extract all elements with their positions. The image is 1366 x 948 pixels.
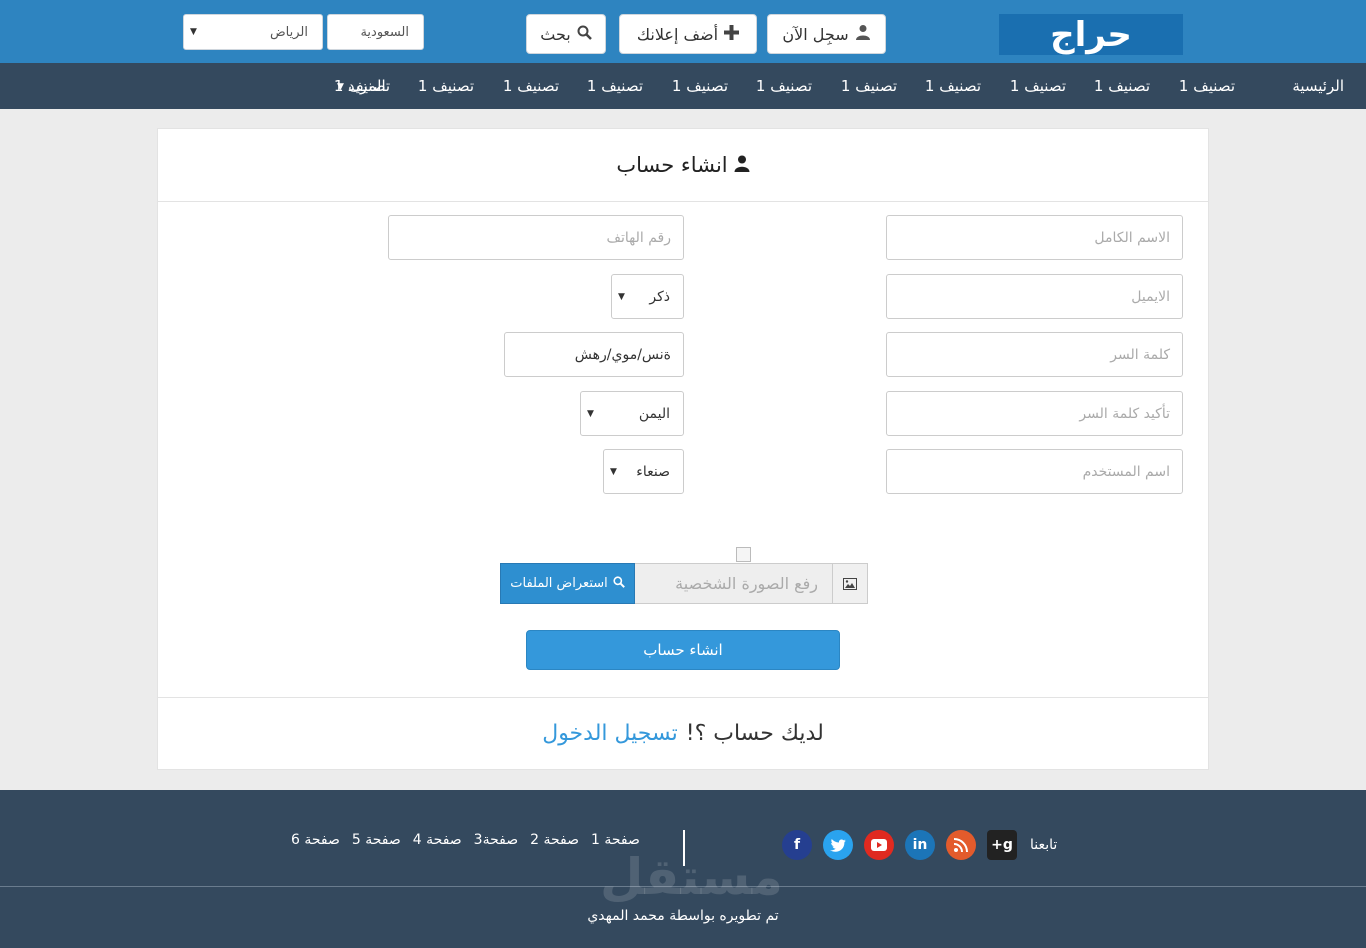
nav-item-category[interactable]: تصنيف 1 bbox=[756, 63, 812, 109]
phone-placeholder: رقم الهاتف bbox=[606, 229, 671, 246]
chevron-down-icon: ▼ bbox=[618, 291, 625, 302]
logo-text: حراج bbox=[1050, 14, 1133, 55]
developer-credit: تم تطويره بواسطة محمد المهدي bbox=[587, 908, 779, 924]
caret-down-icon: ▼ bbox=[337, 82, 344, 92]
footer-page-link[interactable]: صفحة 4 bbox=[413, 832, 462, 848]
add-ad-button[interactable]: أضف إعلانك bbox=[619, 14, 757, 54]
site-footer: تابعنا g+ in f صفحة 1 صفحة 2 صفحة3 صفحة … bbox=[0, 790, 1366, 948]
city-select[interactable]: الرياض ▼ bbox=[183, 14, 323, 50]
country-select-value: السعودية bbox=[360, 24, 409, 40]
linkedin-icon[interactable]: in bbox=[905, 830, 935, 860]
avatar-preview bbox=[736, 547, 751, 562]
nav-item-category[interactable]: تصنيف 1 bbox=[925, 63, 981, 109]
birthdate-value: ةنس/موي/رهش bbox=[574, 346, 671, 363]
register-button[interactable]: سجِل الآن bbox=[767, 14, 886, 54]
email-placeholder: الايميل bbox=[1131, 288, 1170, 305]
full-name-field[interactable]: الاسم الكامل bbox=[886, 215, 1183, 260]
confirm-password-placeholder: تأكيد كلمة السر bbox=[1079, 405, 1170, 422]
add-ad-label: أضف إعلانك bbox=[636, 24, 719, 44]
register-label: سجِل الآن bbox=[782, 24, 849, 44]
page-title: انشاء حساب bbox=[616, 153, 728, 177]
password-placeholder: كلمة السر bbox=[1110, 346, 1170, 363]
footer-page-link[interactable]: صفحة 6 bbox=[291, 832, 340, 848]
youtube-icon[interactable] bbox=[864, 830, 894, 860]
google-plus-icon[interactable]: g+ bbox=[987, 830, 1017, 860]
footer-page-link[interactable]: صفحة 2 bbox=[530, 832, 579, 848]
country-field-value: اليمن bbox=[638, 405, 670, 422]
image-icon bbox=[832, 563, 868, 604]
username-placeholder: اسم المستخدم bbox=[1082, 463, 1170, 480]
card-header: انشاء حساب bbox=[158, 129, 1208, 202]
nav-item-category[interactable]: تصنيف 1 bbox=[503, 63, 559, 109]
nav-item-home[interactable]: الرئيسية bbox=[1292, 63, 1344, 109]
twitter-icon[interactable] bbox=[823, 830, 853, 860]
footer-page-link[interactable]: صفحة 1 bbox=[591, 832, 640, 848]
country-field-select[interactable]: اليمن ▼ bbox=[580, 391, 684, 436]
search-icon bbox=[577, 25, 592, 44]
follow-label: تابعنا bbox=[1030, 837, 1058, 853]
password-field[interactable]: كلمة السر bbox=[886, 332, 1183, 377]
gender-select[interactable]: ذكر ▼ bbox=[611, 274, 684, 319]
browse-files-button[interactable]: استعراض الملفات bbox=[500, 563, 635, 604]
city-field-select[interactable]: صنعاء ▼ bbox=[603, 449, 684, 494]
footer-page-link[interactable]: صفحة 5 bbox=[352, 832, 401, 848]
phone-field[interactable]: رقم الهاتف bbox=[388, 215, 684, 260]
watermark: مستقل bbox=[600, 848, 783, 906]
top-header: حراج سجِل الآن أضف إعلانك بحث السعودية ا… bbox=[0, 0, 1366, 63]
nav-item-category[interactable]: تصنيف 1 bbox=[841, 63, 897, 109]
signup-card: انشاء حساب الاسم الكامل الايميل كلمة الس… bbox=[157, 128, 1209, 770]
country-select[interactable]: السعودية bbox=[327, 14, 424, 50]
nav-item-category[interactable]: تصنيف 1 bbox=[672, 63, 728, 109]
user-icon bbox=[734, 155, 750, 176]
birthdate-field[interactable]: ةنس/موي/رهش bbox=[504, 332, 684, 377]
create-account-label: انشاء حساب bbox=[643, 641, 723, 659]
search-icon bbox=[613, 575, 625, 592]
create-account-button[interactable]: انشاء حساب bbox=[526, 630, 840, 670]
upload-field[interactable]: رفع الصورة الشخصية bbox=[635, 563, 832, 604]
chevron-down-icon: ▼ bbox=[610, 466, 617, 477]
gender-value: ذكر bbox=[649, 288, 670, 305]
facebook-icon[interactable]: f bbox=[782, 830, 812, 860]
full-name-placeholder: الاسم الكامل bbox=[1094, 229, 1170, 246]
upload-placeholder: رفع الصورة الشخصية bbox=[675, 574, 818, 593]
search-label: بحث bbox=[540, 24, 571, 44]
user-icon bbox=[855, 24, 871, 44]
nav-more-label: المزيد bbox=[347, 77, 386, 95]
confirm-password-field[interactable]: تأكيد كلمة السر bbox=[886, 391, 1183, 436]
have-account-text: لديك حساب ؟! bbox=[685, 721, 824, 746]
nav-item-category[interactable]: تصنيف 1 bbox=[1010, 63, 1066, 109]
browse-files-label: استعراض الملفات bbox=[510, 576, 608, 591]
chevron-down-icon: ▼ bbox=[190, 27, 197, 37]
main-nav: الرئيسية تصنيف 1 تصنيف 1 تصنيف 1 تصنيف 1… bbox=[0, 63, 1366, 109]
footer-page-link[interactable]: صفحة3 bbox=[474, 832, 518, 848]
city-select-value: الرياض bbox=[269, 24, 308, 40]
chevron-down-icon: ▼ bbox=[587, 408, 594, 419]
footer-pages: صفحة 1 صفحة 2 صفحة3 صفحة 4 صفحة 5 صفحة 6 bbox=[291, 832, 640, 848]
nav-item-category[interactable]: تصنيف 1 bbox=[1179, 63, 1235, 109]
nav-item-category[interactable]: تصنيف 1 bbox=[418, 63, 474, 109]
card-footer: لديك حساب ؟! تسجيل الدخول bbox=[158, 697, 1208, 769]
upload-group: رفع الصورة الشخصية استعراض الملفات bbox=[500, 563, 868, 604]
nav-item-category[interactable]: تصنيف 1 bbox=[587, 63, 643, 109]
search-button[interactable]: بحث bbox=[526, 14, 606, 54]
rss-icon[interactable] bbox=[946, 830, 976, 860]
plus-icon bbox=[724, 24, 740, 44]
nav-item-more[interactable]: المزيد▼ bbox=[337, 63, 386, 109]
nav-item-category[interactable]: تصنيف 1 bbox=[1094, 63, 1150, 109]
site-logo[interactable]: حراج bbox=[999, 14, 1183, 55]
email-field[interactable]: الايميل bbox=[886, 274, 1183, 319]
username-field[interactable]: اسم المستخدم bbox=[886, 449, 1183, 494]
login-link[interactable]: تسجيل الدخول bbox=[542, 721, 678, 746]
city-field-value: صنعاء bbox=[636, 463, 670, 480]
